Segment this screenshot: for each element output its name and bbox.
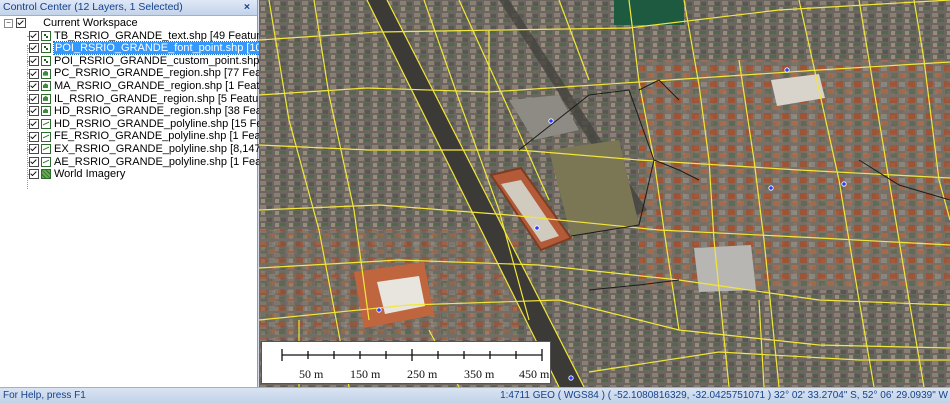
scale-label: 450 m (519, 367, 550, 381)
layer-visibility-checkbox[interactable] (29, 144, 39, 155)
warehouse-roof (694, 245, 756, 292)
layer-row[interactable]: HD_RSRIO_GRANDE_region.shp [38 Features] (0, 105, 289, 118)
layer-row-world-imagery[interactable]: World Imagery (0, 168, 257, 181)
layer-visibility-checkbox[interactable] (29, 106, 39, 117)
layer-row[interactable]: POI_RSRIO_GRANDE_font_point.shp [105 Fea… (0, 41, 320, 56)
layer-row[interactable]: AE_RSRIO_GRANDE_polyline.shp [1 Features… (0, 156, 289, 169)
layer-visibility-checkbox[interactable] (29, 43, 39, 54)
layer-label: TB_RSRIO_GRANDE_text.shp [49 Features] (54, 29, 275, 42)
region-layer-icon (41, 68, 51, 79)
imagery-layer-icon (41, 169, 51, 180)
map-canvas[interactable] (259, 0, 950, 387)
control-center-panel: Control Center (12 Layers, 1 Selected) ×… (0, 0, 333, 387)
point-layer-icon (41, 43, 51, 54)
polyline-layer-icon (41, 131, 51, 142)
layer-visibility-checkbox[interactable] (29, 56, 39, 67)
polyline-layer-icon (41, 144, 51, 155)
collapse-icon[interactable]: − (4, 18, 13, 28)
layer-visibility-checkbox[interactable] (29, 93, 39, 104)
point-layer-icon (41, 30, 51, 41)
map-view[interactable]: 50 m 150 m 250 m 350 m 450 m (259, 0, 950, 387)
layer-label: HD_RSRIO_GRANDE_region.shp [38 Features] (54, 105, 290, 118)
layer-visibility-checkbox[interactable] (29, 169, 39, 180)
close-icon[interactable]: × (241, 0, 253, 15)
panel-title-bar: Control Center (12 Layers, 1 Selected) × (0, 0, 257, 16)
layer-row[interactable]: MA_RSRIO_GRANDE_region.shp [1 Features] (0, 80, 284, 93)
map-scale-bar: 50 m 150 m 250 m 350 m 450 m (261, 341, 551, 384)
layer-label: IL_RSRIO_GRANDE_region.shp [5 Features] (54, 92, 277, 105)
layer-row[interactable]: HD_RSRIO_GRANDE_polyline.shp [15 Feature… (0, 118, 296, 131)
polyline-layer-icon (41, 156, 51, 167)
status-coordinates: 1:4711 GEO ( WGS84 ) ( -52.1080816329, -… (500, 390, 948, 401)
layer-row[interactable]: FE_RSRIO_GRANDE_polyline.shp [1 Features… (0, 130, 288, 143)
tree-root-workspace[interactable]: − Current Workspace (0, 17, 257, 30)
region-layer-icon (41, 81, 51, 92)
layer-visibility-checkbox[interactable] (29, 131, 39, 142)
layer-tree: − Current Workspace TB_RSRIO_GRANDE_text… (0, 16, 333, 189)
region-layer-icon (41, 93, 51, 104)
workspace-label: Current Workspace (43, 17, 138, 29)
layer-label: PC_RSRIO_GRANDE_region.shp [77 Features] (54, 67, 289, 80)
scale-label: 50 m (299, 367, 324, 381)
layer-visibility-checkbox[interactable] (29, 68, 39, 79)
layer-row[interactable]: POI_RSRIO_GRANDE_custom_point.shp [103 F… (0, 55, 333, 68)
layer-label: FE_RSRIO_GRANDE_polyline.shp [1 Features… (54, 130, 289, 143)
point-layer-icon (41, 56, 51, 67)
layer-label: MA_RSRIO_GRANDE_region.shp [1 Features] (54, 79, 284, 92)
root-visibility-checkbox[interactable] (16, 18, 26, 29)
layer-row[interactable]: EX_RSRIO_GRANDE_polyline.shp [8,147 Feat… (0, 143, 310, 156)
scale-label: 250 m (407, 367, 438, 381)
polyline-layer-icon (41, 119, 51, 130)
scale-label: 150 m (350, 367, 381, 381)
layer-label: AE_RSRIO_GRANDE_polyline.shp [1 Features… (54, 155, 289, 168)
layer-row[interactable]: TB_RSRIO_GRANDE_text.shp [49 Features] (0, 30, 275, 43)
layer-visibility-checkbox[interactable] (29, 119, 39, 130)
layer-visibility-checkbox[interactable] (29, 156, 39, 167)
panel-title: Control Center (12 Layers, 1 Selected) (3, 1, 183, 13)
layer-row[interactable]: IL_RSRIO_GRANDE_region.shp [5 Features] (0, 93, 277, 106)
layer-visibility-checkbox[interactable] (29, 30, 39, 41)
region-layer-icon (41, 106, 51, 117)
status-bar: For Help, press F1 1:4711 GEO ( WGS84 ) … (0, 387, 950, 403)
status-help-text: For Help, press F1 (3, 390, 86, 401)
layer-label: World Imagery (54, 168, 126, 181)
layer-row[interactable]: PC_RSRIO_GRANDE_region.shp [77 Features] (0, 67, 289, 80)
scale-label: 350 m (464, 367, 495, 381)
layer-visibility-checkbox[interactable] (29, 81, 39, 92)
